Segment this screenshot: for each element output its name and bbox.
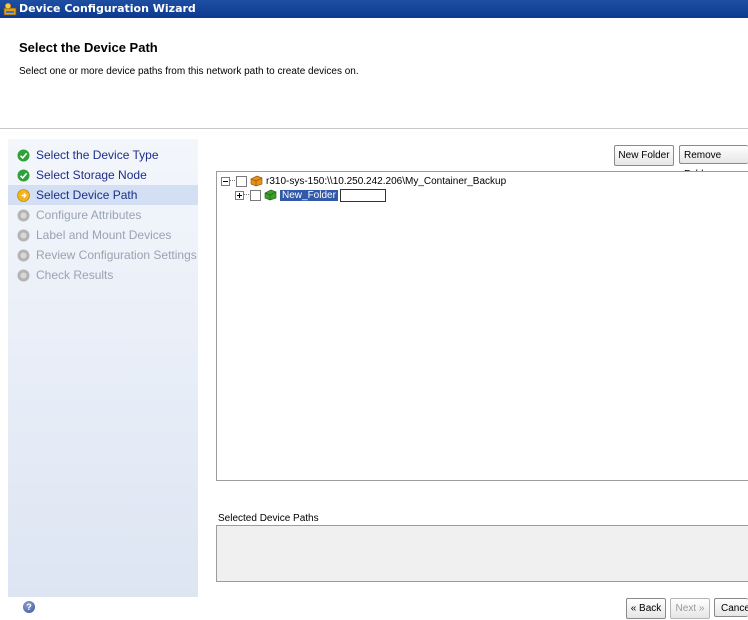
step-label: Select Device Path xyxy=(36,188,138,202)
folder-icon xyxy=(264,189,277,201)
title-bar: Device Configuration Wizard xyxy=(0,0,748,18)
device-path-tree[interactable]: r310-sys-150:\\10.250.242.206\My_Contain… xyxy=(216,171,748,481)
current-step-arrow-icon xyxy=(17,188,30,202)
pending-step-icon xyxy=(17,269,30,281)
selected-paths-list[interactable] xyxy=(216,525,748,582)
step-label: Configure Attributes xyxy=(36,208,142,222)
storage-icon xyxy=(250,175,263,187)
back-button[interactable]: « Back xyxy=(626,598,666,619)
step-review-configuration-settings: Review Configuration Settings xyxy=(8,245,198,265)
step-configure-attributes: Configure Attributes xyxy=(8,205,198,225)
step-label: Review Configuration Settings xyxy=(36,248,197,262)
pending-step-icon xyxy=(17,249,30,261)
step-label: Label and Mount Devices xyxy=(36,228,172,242)
selected-paths-label: Selected Device Paths xyxy=(218,513,319,524)
step-label-and-mount-devices: Label and Mount Devices xyxy=(8,225,198,245)
rename-input[interactable] xyxy=(339,188,386,202)
step-label: Select the Device Type xyxy=(36,148,159,162)
tree-checkbox[interactable] xyxy=(250,189,261,201)
page-title: Select the Device Path xyxy=(19,40,158,55)
new-folder-button[interactable]: New Folder xyxy=(614,145,674,166)
window-title: Device Configuration Wizard xyxy=(19,2,196,15)
pending-step-icon xyxy=(17,229,30,241)
wizard-header: Select the Device Path Select one or mor… xyxy=(0,18,748,129)
step-label: Select Storage Node xyxy=(36,168,147,182)
page-subtitle: Select one or more device paths from thi… xyxy=(19,66,359,77)
step-select-storage-node[interactable]: Select Storage Node xyxy=(8,165,198,185)
wizard-steps-sidebar: Select the Device Type Select Storage No… xyxy=(8,139,198,597)
tree-checkbox[interactable] xyxy=(236,175,247,187)
step-check-results: Check Results xyxy=(8,265,198,285)
step-select-device-type[interactable]: Select the Device Type xyxy=(8,145,198,165)
remove-folder-button[interactable]: Remove Folder xyxy=(679,145,748,180)
checkmark-icon xyxy=(17,169,30,181)
tree-node-root[interactable]: r310-sys-150:\\10.250.242.206\My_Contain… xyxy=(221,174,506,188)
expand-toggle[interactable] xyxy=(235,190,244,200)
tree-node-label: r310-sys-150:\\10.250.242.206\My_Contain… xyxy=(266,175,507,187)
step-select-device-path[interactable]: Select Device Path xyxy=(8,185,198,205)
next-button: Next » xyxy=(670,598,710,619)
step-label: Check Results xyxy=(36,268,114,282)
collapse-toggle[interactable] xyxy=(221,176,230,186)
app-icon xyxy=(3,2,17,16)
help-icon[interactable]: ? xyxy=(23,601,35,613)
pending-step-icon xyxy=(17,209,30,221)
checkmark-icon xyxy=(17,149,30,161)
tree-node-new-folder[interactable]: New_Folder xyxy=(235,188,386,202)
cancel-button[interactable]: Cancel xyxy=(714,598,748,617)
tree-node-label: New_Folder xyxy=(280,189,338,201)
